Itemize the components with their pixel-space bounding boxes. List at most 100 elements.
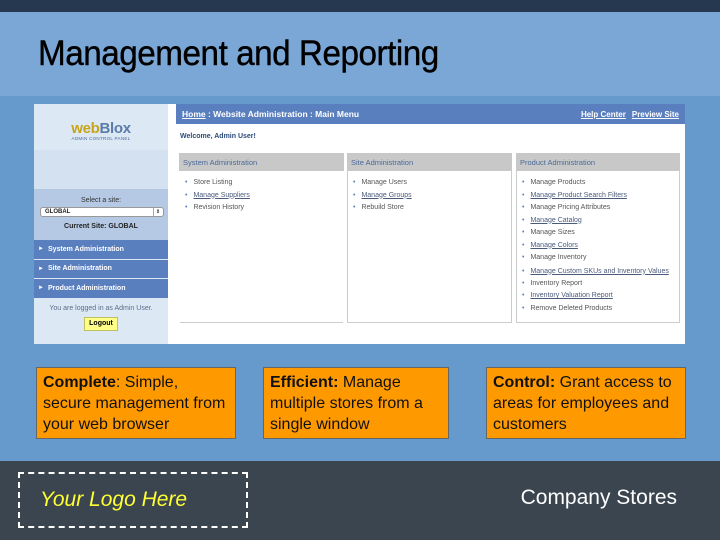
site-select-area: Select a site: GLOBAL ⇕ Current Site: GL… (34, 189, 168, 240)
top-bar (0, 0, 720, 12)
menu-item-label: Manage Users (361, 179, 407, 186)
logo-web: web (71, 120, 100, 137)
feature-heading: Efficient: (270, 374, 339, 391)
menu-item[interactable]: • Manage Groups (353, 190, 511, 203)
menu-item-label: Manage Product Search Filters (530, 191, 627, 199)
menu-item[interactable]: • Manage Product Search Filters (522, 190, 679, 203)
menu-item[interactable]: • Manage Products (522, 177, 679, 190)
bullet-icon: • (522, 279, 525, 287)
breadcrumb-path: : Website Administration : Main Menu (205, 109, 360, 119)
bullet-icon: • (522, 216, 525, 224)
breadcrumb: Home : Website Administration : Main Men… (182, 109, 359, 119)
feature-control: Control: Grant access to areas for emplo… (486, 367, 686, 439)
menu-item[interactable]: • Manage Sizes (522, 227, 679, 240)
menu-item[interactable]: • Remove Deleted Products (522, 303, 679, 316)
logo-placeholder: Your Logo Here (18, 472, 248, 528)
menu-item-label: Store Listing (193, 179, 233, 186)
admin-main: Home : Website Administration : Main Men… (176, 104, 685, 344)
panel-system-administration: System Administration • Store Listing • Man… (179, 153, 344, 323)
panel-title: System Administration (179, 153, 344, 171)
menu-item-label: Rebuild Store (361, 204, 404, 211)
webblox-logo: webBlox ADMIN CONTROL PANEL (34, 104, 168, 150)
menu-item[interactable]: • Manage Catalog (522, 215, 679, 228)
breadcrumb-home-link[interactable]: Home (182, 109, 206, 119)
help-center-link[interactable]: Help Center (581, 110, 626, 119)
select-arrows-icon: ⇕ (153, 208, 162, 216)
site-select[interactable]: GLOBAL ⇕ (40, 207, 164, 217)
site-select-value: GLOBAL (45, 209, 71, 215)
welcome-text: Welcome, Admin User! (180, 133, 256, 140)
feature-heading: Complete (43, 374, 116, 391)
menu-item-label: Manage Groups (361, 191, 412, 199)
bullet-icon: • (522, 254, 525, 261)
sidebar-spacer (34, 150, 168, 189)
sidebar-item-label: System Administration (47, 245, 124, 253)
menu-item-label: Manage Inventory (530, 254, 587, 261)
menu-item-label: Manage Catalog (530, 216, 582, 224)
bullet-icon: • (522, 304, 525, 312)
bullet-icon: • (185, 204, 188, 211)
admin-panels: System Administration • Store Listing • Man… (179, 153, 684, 323)
bullet-icon: • (185, 179, 188, 186)
menu-item-label: Manage Products (530, 179, 586, 186)
menu-item[interactable]: • Manage Inventory (522, 252, 679, 265)
bullet-icon: • (522, 292, 525, 299)
sidebar-item-label: Site Administration (47, 265, 112, 273)
bullet-icon: • (353, 179, 356, 186)
bullet-icon: • (353, 191, 356, 199)
menu-item-label: Revision History (193, 204, 245, 211)
menu-item-label: Manage Suppliers (193, 191, 250, 199)
breadcrumb-bar: Home : Website Administration : Main Men… (176, 104, 685, 124)
menu-item[interactable]: • Manage Custom SKUs and Inventory Values (522, 265, 679, 278)
logo-placeholder-text: Your Logo Here (40, 488, 188, 511)
menu-item[interactable]: • Revision History (185, 202, 343, 215)
sidebar-item-system-administration[interactable]: ► System Administration (34, 240, 168, 260)
menu-item[interactable]: • Manage Colors (522, 240, 679, 253)
menu-item[interactable]: • Inventory Report (522, 278, 679, 291)
menu-item[interactable]: • Store Listing (185, 177, 343, 190)
menu-item-label: Inventory Valuation Report (530, 292, 613, 299)
slide-footer: Your Logo Here Company Stores (0, 461, 720, 540)
sidebar-item-product-administration[interactable]: ► Product Administration (34, 279, 168, 299)
bullet-icon: • (353, 204, 356, 211)
sidebar-item-label: Product Administration (47, 284, 126, 292)
bullet-icon: • (185, 191, 188, 199)
logo-blox: Blox (99, 120, 131, 137)
company-name: Company Stores (520, 486, 677, 509)
logged-in-text: You are logged in as Admin User. (49, 304, 153, 312)
logout-button[interactable]: Logout (84, 316, 118, 331)
panel-title: Product Administration (516, 153, 680, 171)
triangle-right-icon: ► (38, 246, 44, 253)
triangle-right-icon: ► (38, 285, 44, 292)
menu-item[interactable]: • Manage Users (353, 177, 511, 190)
current-site: Current Site: GLOBAL (64, 223, 138, 230)
bullet-icon: • (522, 204, 525, 211)
menu-item[interactable]: • Manage Suppliers (185, 190, 343, 203)
panel-title: Site Administration (347, 153, 512, 171)
menu-item-label: Manage Custom SKUs and Inventory Values (530, 267, 669, 275)
bullet-icon: • (522, 267, 525, 275)
menu-item-label: Remove Deleted Products (530, 304, 613, 312)
menu-item-label: Inventory Report (530, 279, 583, 287)
slide-header: Management and Reporting (0, 12, 720, 96)
bullet-icon: • (522, 179, 525, 186)
menu-item[interactable]: • Inventory Valuation Report (522, 290, 679, 303)
bullet-icon: • (522, 241, 525, 249)
menu-item-label: Manage Sizes (530, 229, 575, 236)
admin-screenshot: webBlox ADMIN CONTROL PANEL Select a sit… (34, 104, 685, 344)
logo-subtitle: ADMIN CONTROL PANEL (71, 136, 131, 141)
preview-site-link[interactable]: Preview Site (632, 110, 679, 119)
panel-product-administration: Product Administration • Manage Products •… (516, 153, 680, 323)
slide-title: Management and Reporting (38, 34, 440, 73)
menu-item[interactable]: • Manage Pricing Attributes (522, 202, 679, 215)
menu-item[interactable]: • Rebuild Store (353, 202, 511, 215)
sidebar-item-site-administration[interactable]: ► Site Administration (34, 259, 168, 279)
bullet-icon: • (522, 191, 525, 199)
feature-complete: Complete: Simple, secure management from… (36, 367, 236, 439)
admin-sidebar: webBlox ADMIN CONTROL PANEL Select a sit… (34, 104, 168, 344)
select-site-label: Select a site: (80, 197, 122, 204)
menu-item-label: Manage Pricing Attributes (530, 204, 611, 211)
bullet-icon: • (522, 229, 525, 236)
panel-site-administration: Site Administration • Manage Users • Manage… (347, 153, 512, 323)
feature-efficient: Efficient: Manage multiple stores from a… (263, 367, 449, 439)
